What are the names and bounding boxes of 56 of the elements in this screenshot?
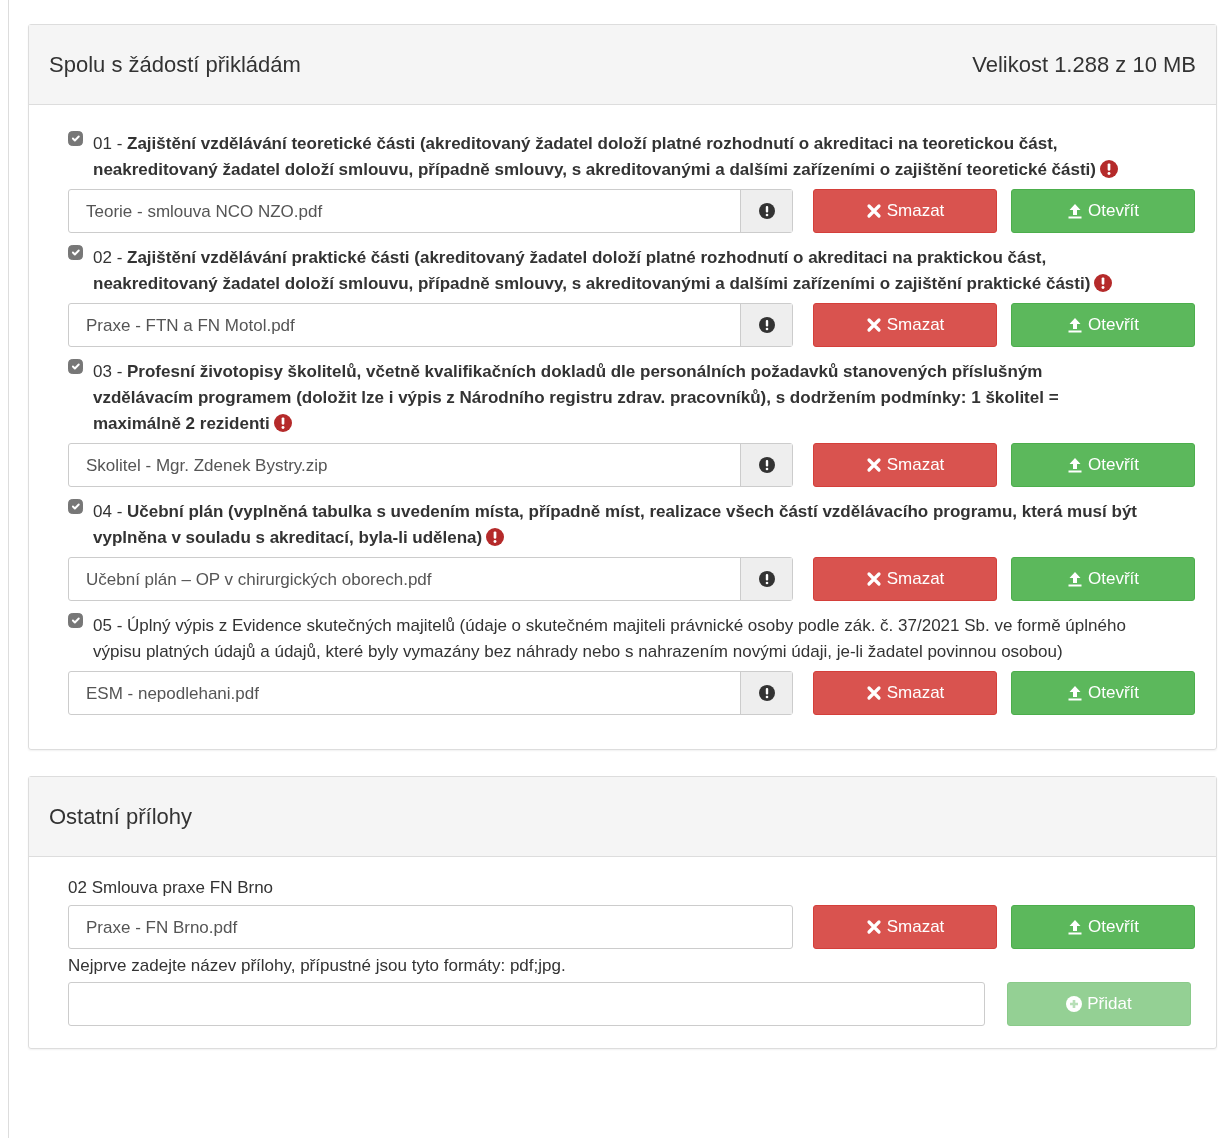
checkbox[interactable] bbox=[68, 499, 83, 514]
attachment-label: 03 - Profesní životopisy školitelů, včetně kvalifikačních dokladů dle personálních požadavků stanovených příslušným vzdělávacím programem (doložit lze i výpis z Národního registru zdrav. pracovníků), s dodržením podmínky: 1 školitel = maximálně 2 rezidenti bbox=[93, 361, 1060, 435]
delete-button[interactable]: Smazat bbox=[813, 557, 997, 601]
exclamation-icon bbox=[758, 203, 775, 219]
exclamation-icon bbox=[486, 528, 505, 546]
upload-icon bbox=[1067, 317, 1083, 333]
delete-button[interactable]: Smazat bbox=[813, 303, 997, 347]
size-info: Velikost 1.288 z 10 MB bbox=[972, 51, 1196, 79]
file-field[interactable]: Teorie - smlouva NCO NZO.pdf bbox=[68, 189, 793, 233]
exclamation-icon bbox=[758, 317, 775, 333]
open-button[interactable]: Otevřít bbox=[1011, 189, 1195, 233]
close-icon bbox=[865, 685, 882, 701]
file-field[interactable]: Učební plán – OP v chirurgických oborech.pdf bbox=[68, 557, 793, 601]
delete-button[interactable]: Smazat bbox=[813, 443, 997, 487]
attachment-label: 05 - Úplný výpis z Evidence skutečných majitelů (údaje o skutečném majiteli právnické osoby podle zák. č. 37/2021 Sb. ve formě úplného výpisu platných údajů a údajů, které byly vymazány bez náhrady nebo s nahrazením novými údaji, je-li žadatel povinnou osobou) bbox=[93, 615, 1127, 663]
hint-text: Nejprve zadejte název přílohy, přípustné jsou tyto formáty: pdf;jpg. bbox=[68, 954, 567, 977]
checkbox[interactable] bbox=[68, 131, 83, 146]
checkbox[interactable] bbox=[68, 359, 83, 374]
plus-circle-icon bbox=[1066, 996, 1083, 1012]
open-button[interactable]: Otevřít bbox=[1011, 671, 1195, 715]
open-button[interactable]: Otevřít bbox=[1011, 303, 1195, 347]
attachment-label: 02 - Zajištění vzdělávání praktické části (akreditovaný žadatel doloží platné rozhodnutí o akreditaci na praktickou část, neakreditovaný žadatel doloží smlouvu, případně smlouvy, s akreditovanými a dalšími zařízeními o zajištění praktické části) bbox=[93, 245, 1143, 297]
file-field[interactable]: Praxe - FN Brno.pdf bbox=[68, 904, 793, 949]
close-icon bbox=[865, 317, 882, 333]
file-field[interactable]: Skolitel - Mgr. Zdenek Bystry.zip bbox=[68, 443, 793, 487]
delete-button[interactable]: Smazat bbox=[813, 671, 997, 715]
attachment-label: 04 - Učební plán (vyplněná tabulka s uvedením místa, případně míst, realizace všech částí vzdělávacího programu, která musí být vyplněna v souladu s akreditací, byla-li udělena) bbox=[93, 501, 1138, 549]
upload-icon bbox=[1067, 203, 1083, 219]
close-icon bbox=[865, 203, 882, 219]
exclamation-icon bbox=[758, 457, 775, 473]
open-button[interactable]: Otevřít bbox=[1011, 443, 1195, 487]
upload-icon bbox=[1067, 571, 1083, 587]
attachment-label: 01 - Zajištění vzdělávání teoretické části (akreditovaný žadatel doloží platné rozhodnutí o akreditaci na teoretickou část, neakreditovaný žadatel doloží smlouvu, případně smlouvy, s akreditovanými a dalšími zařízeními o zajištění teoretické části) bbox=[93, 131, 1143, 183]
file-field[interactable]: ESM - nepodlehani.pdf bbox=[68, 671, 793, 715]
exclamation-icon bbox=[758, 571, 775, 587]
upload-icon bbox=[1067, 457, 1083, 473]
checkbox[interactable] bbox=[68, 245, 83, 260]
upload-icon bbox=[1067, 685, 1083, 701]
attachment-label: 02 Smlouva praxe FN Brno bbox=[68, 877, 275, 899]
exclamation-icon bbox=[273, 414, 292, 432]
close-icon bbox=[865, 457, 882, 473]
upload-icon bbox=[1067, 918, 1083, 935]
name-input-field[interactable] bbox=[68, 982, 985, 1026]
panel-title: Ostatní přílohy bbox=[49, 803, 193, 831]
close-icon bbox=[865, 918, 882, 935]
close-icon bbox=[865, 571, 882, 587]
open-button[interactable]: Otevřít bbox=[1011, 557, 1195, 601]
exclamation-icon bbox=[758, 685, 775, 701]
exclamation-icon bbox=[1094, 274, 1113, 292]
file-field[interactable]: Praxe - FTN a FN Motol.pdf bbox=[68, 303, 793, 347]
delete-button[interactable]: Smazat bbox=[813, 189, 997, 233]
open-button[interactable]: Otevřít bbox=[1011, 904, 1195, 949]
checkbox[interactable] bbox=[68, 613, 83, 628]
exclamation-icon bbox=[1100, 160, 1118, 178]
delete-button[interactable]: Smazat bbox=[813, 904, 997, 949]
panel-title: Spolu s žádostí přikládám bbox=[49, 51, 301, 79]
